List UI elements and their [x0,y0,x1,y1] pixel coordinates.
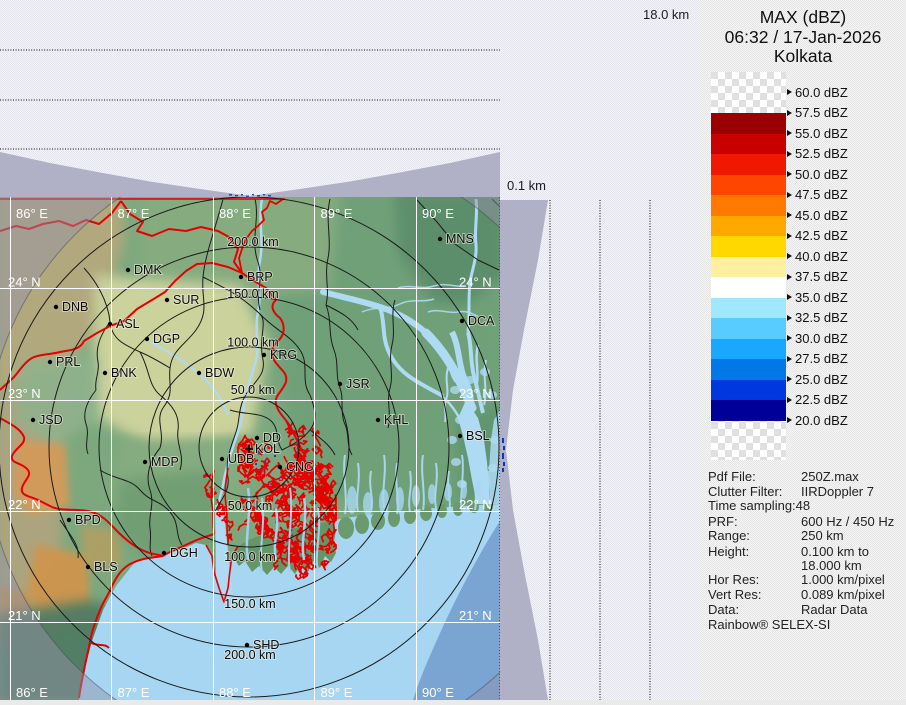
svg-text:0.1 km: 0.1 km [507,178,546,193]
svg-text:87° E: 87° E [118,206,150,221]
svg-text:DGH: DGH [170,546,198,560]
svg-text:BLS: BLS [94,560,118,574]
svg-text:24° N: 24° N [8,275,41,290]
svg-text:24° N: 24° N [459,275,492,290]
svg-text:JSD: JSD [39,413,63,427]
svg-text:18.0 km: 18.0 km [643,7,689,22]
svg-text:JSR: JSR [346,377,370,391]
svg-text:SUR: SUR [173,293,199,307]
svg-text:KHL: KHL [384,413,408,427]
svg-text:90° E: 90° E [422,206,454,221]
svg-text:21° N: 21° N [459,608,492,623]
svg-text:50.0 km: 50.0 km [228,499,272,513]
svg-text:21° N: 21° N [8,608,41,623]
svg-text:87° E: 87° E [118,685,150,700]
svg-text:22° N: 22° N [8,497,41,512]
svg-text:22° N: 22° N [459,497,492,512]
svg-text:BNK: BNK [111,366,137,380]
svg-text:88° E: 88° E [219,685,251,700]
svg-text:KRG: KRG [270,348,297,362]
svg-text:90° E: 90° E [422,685,454,700]
svg-text:DNB: DNB [62,300,88,314]
svg-text:150.0 km: 150.0 km [227,287,278,301]
svg-text:200.0 km: 200.0 km [227,235,278,249]
svg-text:86° E: 86° E [16,206,48,221]
svg-text:UDB: UDB [228,452,254,466]
svg-text:BDW: BDW [205,366,234,380]
svg-text:CNG: CNG [286,460,314,474]
svg-text:DCA: DCA [468,314,495,328]
svg-text:MDP: MDP [151,455,179,469]
svg-text:88° E: 88° E [219,206,251,221]
svg-text:23° N: 23° N [459,386,492,401]
svg-text:SHD: SHD [253,638,279,652]
svg-text:150.0 km: 150.0 km [224,597,275,611]
svg-text:89° E: 89° E [321,206,353,221]
svg-text:BRP: BRP [247,270,273,284]
svg-text:89° E: 89° E [321,685,353,700]
svg-text:23° N: 23° N [8,386,41,401]
svg-text:86° E: 86° E [16,685,48,700]
svg-text:PRL: PRL [56,355,80,369]
svg-text:50.0 km: 50.0 km [231,383,275,397]
svg-text:BPD: BPD [75,513,101,527]
svg-text:DGP: DGP [153,332,180,346]
svg-text:DMK: DMK [134,263,162,277]
svg-text:MNS: MNS [446,232,474,246]
svg-text:BSL: BSL [466,429,490,443]
svg-text:ASL: ASL [116,317,140,331]
svg-text:100.0 km: 100.0 km [224,550,275,564]
